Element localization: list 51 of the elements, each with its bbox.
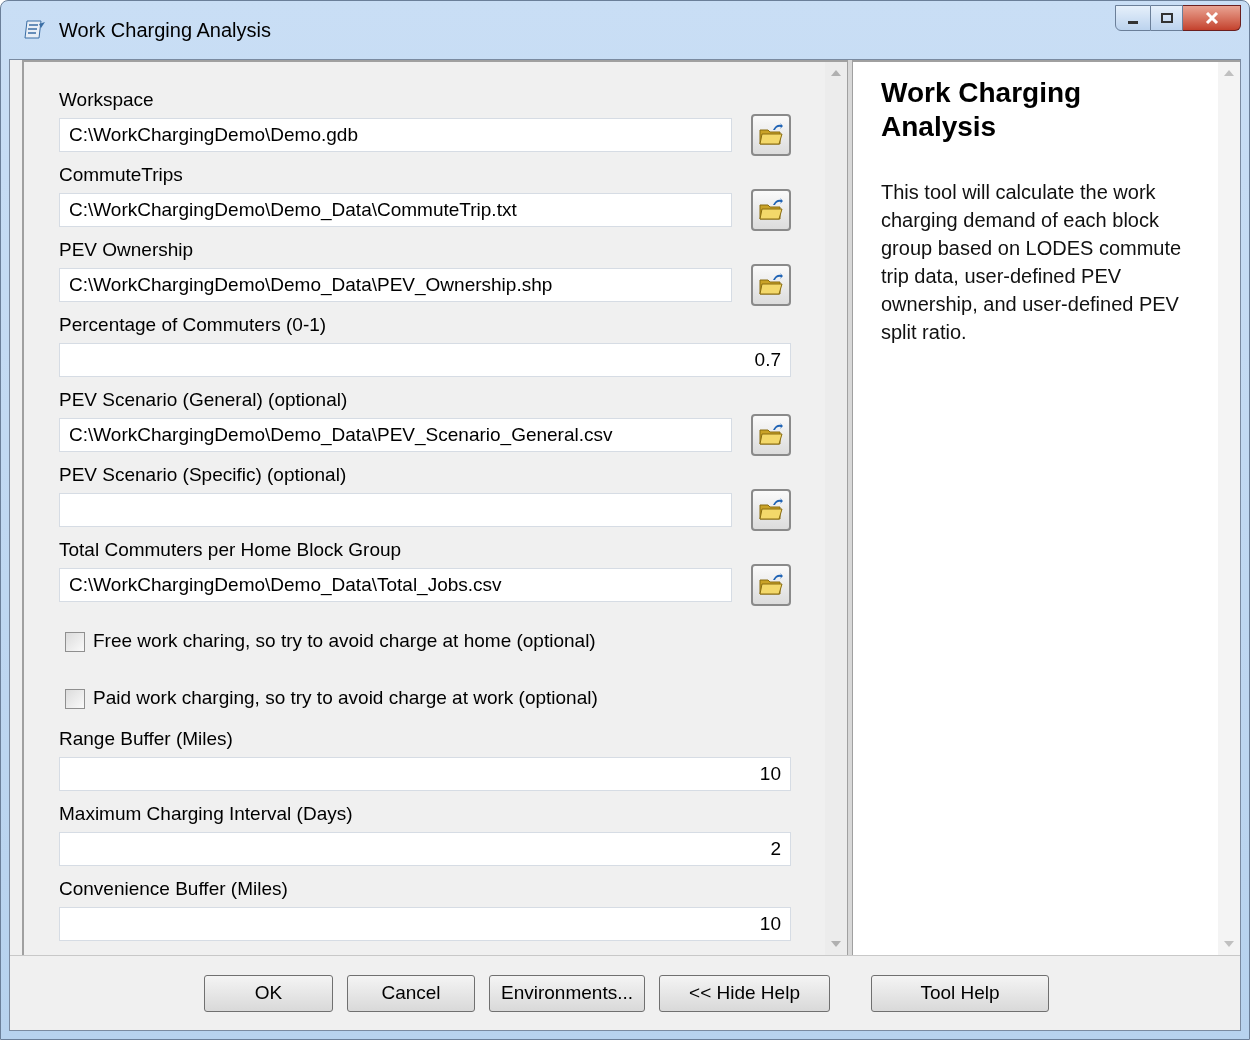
field-label: CommuteTrips — [59, 163, 184, 187]
input-field[interactable]: C:\WorkChargingDemo\Demo_Data\PEV_Ownership.shp — [59, 267, 732, 302]
close-icon — [1204, 12, 1219, 24]
tool-script-icon — [21, 18, 47, 42]
browse-button[interactable] — [751, 188, 791, 231]
browse-button[interactable] — [751, 263, 791, 306]
checkbox-label: Free work charing, so try to avoid charge at home (optional) — [93, 629, 596, 654]
input-field[interactable]: 2 — [59, 831, 791, 866]
input-field[interactable] — [59, 492, 732, 527]
browse-button[interactable] — [751, 113, 791, 156]
browse-button[interactable] — [751, 488, 791, 531]
checkbox-label: Paid work charging, so try to avoid charge at work (optional) — [93, 686, 598, 711]
field-label: Range Buffer (Miles) — [59, 727, 234, 751]
dialog-button[interactable]: Environments... — [489, 974, 645, 1012]
field-label: Workspace — [59, 88, 155, 112]
folder-icon — [758, 496, 784, 523]
checkbox[interactable] — [65, 631, 85, 652]
browse-button[interactable] — [751, 413, 791, 456]
input-field[interactable]: C:\WorkChargingDemo\Demo.gdb — [59, 117, 732, 152]
scroll-down-icon[interactable] — [831, 941, 841, 947]
folder-icon — [758, 271, 784, 298]
field-label: Percentage of Commuters (0-1) — [59, 313, 328, 337]
folder-icon — [758, 421, 784, 448]
input-field[interactable]: C:\WorkChargingDemo\Demo_Data\PEV_Scenario_General.csv — [59, 417, 732, 452]
input-field[interactable]: 10 — [59, 756, 791, 791]
checkbox[interactable] — [65, 688, 85, 709]
help-text: This tool will calculate the work charging demand of each block group based on LODES commute trip data, user-defined PEV ownership, and user-defined PEV split ratio. — [881, 180, 1183, 345]
field-label: PEV Ownership — [59, 238, 195, 262]
field-label: Total Commuters per Home Block Group — [59, 538, 403, 562]
help-title: Work Charging Analysis — [881, 76, 1083, 144]
field-label: Maximum Charging Interval (Days) — [59, 802, 354, 826]
field-label: PEV Scenario (Specific) (optional) — [59, 463, 348, 487]
input-field[interactable]: 0.7 — [59, 342, 791, 377]
scroll-up-icon[interactable] — [831, 70, 841, 76]
folder-icon — [758, 121, 784, 148]
input-field[interactable]: C:\WorkChargingDemo\Demo_Data\Total_Jobs.csv — [59, 567, 732, 602]
browse-button[interactable] — [751, 563, 791, 606]
field-label: PEV Scenario (General) (optional) — [59, 388, 349, 412]
close-button[interactable] — [1183, 5, 1241, 31]
dialog-button[interactable]: Tool Help — [871, 974, 1049, 1012]
dialog-button[interactable]: OK — [204, 974, 333, 1012]
folder-icon — [758, 196, 784, 223]
window-title: Work Charging Analysis — [59, 18, 271, 43]
input-field[interactable]: 10 — [59, 906, 791, 941]
folder-icon — [758, 571, 784, 598]
field-label: Convenience Buffer (Miles) — [59, 877, 289, 901]
dialog-button[interactable]: Cancel — [347, 974, 475, 1012]
input-field[interactable]: C:\WorkChargingDemo\Demo_Data\CommuteTrip.txt — [59, 192, 732, 227]
dialog-button[interactable]: << Hide Help — [659, 974, 830, 1012]
minimize-button[interactable] — [1115, 5, 1151, 31]
maximize-button[interactable] — [1151, 5, 1183, 31]
